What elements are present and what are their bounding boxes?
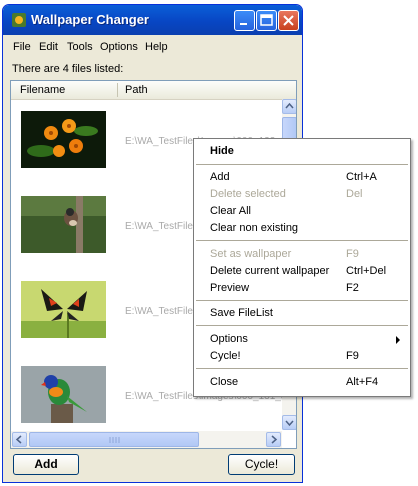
menu-delete-current-shortcut: Ctrl+Del (346, 265, 387, 277)
menu-file[interactable]: File (13, 41, 31, 53)
app-icon (12, 13, 26, 27)
submenu-arrow-icon (396, 336, 400, 344)
arrow-down-icon (285, 420, 294, 427)
column-path[interactable]: Path (125, 84, 148, 96)
close-icon (283, 15, 294, 26)
maximize-button[interactable] (256, 10, 277, 31)
arrow-right-icon (271, 435, 278, 444)
menu-add-shortcut: Ctrl+A (346, 171, 377, 183)
menu-separator (196, 300, 408, 301)
menu-close[interactable]: Close Alt+F4 (194, 374, 410, 391)
minimize-icon (240, 23, 247, 25)
menu-edit[interactable]: Edit (39, 41, 58, 53)
menu-tools[interactable]: Tools (67, 41, 93, 53)
horizontal-scrollbar[interactable] (11, 431, 282, 448)
menu-options-label: Options (210, 333, 248, 345)
menu-preview-shortcut: F2 (346, 282, 359, 294)
menu-hide[interactable]: Hide (194, 143, 410, 160)
menu-clear-all[interactable]: Clear All (194, 203, 410, 220)
maximize-icon (260, 14, 273, 26)
arrow-left-icon (15, 435, 22, 444)
menu-options[interactable]: Options (100, 41, 138, 53)
minimize-button[interactable] (234, 10, 255, 31)
menu-delete-selected-label: Delete selected (210, 188, 286, 200)
menu-delete-current-label: Delete current wallpaper (210, 265, 330, 277)
thumbnail-bird-on-branch (21, 196, 106, 253)
window-title: Wallpaper Changer (31, 12, 149, 27)
menu-delete-selected-shortcut: Del (346, 188, 363, 200)
menu-separator (196, 325, 408, 326)
menu-preview[interactable]: Preview F2 (194, 280, 410, 297)
horizontal-scroll-thumb[interactable] (29, 432, 199, 447)
menu-set-as-wallpaper-label: Set as wallpaper (210, 248, 292, 260)
menu-clear-non-existing-label: Clear non existing (210, 222, 299, 234)
grip-icon (109, 437, 120, 443)
title-bar[interactable]: Wallpaper Changer (3, 5, 302, 35)
scroll-right-button[interactable] (266, 432, 281, 447)
menu-save-filelist-label: Save FileList (210, 307, 273, 319)
menu-separator (196, 164, 408, 165)
column-filename[interactable]: Filename (20, 84, 65, 96)
menu-set-as-wallpaper: Set as wallpaper F9 (194, 246, 410, 263)
menu-separator (196, 368, 408, 369)
scroll-left-button[interactable] (12, 432, 27, 447)
menu-preview-label: Preview (210, 282, 250, 294)
list-header: Filename Path (11, 81, 296, 100)
scroll-up-button[interactable] (282, 99, 296, 114)
menu-delete-current-wallpaper[interactable]: Delete current wallpaper Ctrl+Del (194, 263, 410, 280)
menu-separator (196, 240, 408, 241)
arrow-up-icon (285, 102, 294, 109)
menu-cycle-label: Cycle! (210, 350, 241, 362)
menu-add-label: Add (210, 171, 230, 183)
menu-options-submenu[interactable]: Options (194, 331, 410, 348)
cycle-button[interactable]: Cycle! (228, 454, 295, 475)
menu-hide-label: Hide (210, 145, 234, 157)
menu-clear-all-label: Clear All (210, 205, 251, 217)
menu-save-filelist[interactable]: Save FileList (194, 305, 410, 322)
status-text: There are 4 files listed: (12, 63, 124, 75)
menu-delete-selected: Delete selected Del (194, 186, 410, 203)
menu-close-shortcut: Alt+F4 (346, 376, 379, 388)
thumbnail-orange-flowers (21, 111, 106, 168)
context-menu: Hide Add Ctrl+A Delete selected Del Clear … (193, 138, 411, 397)
menu-cycle-shortcut: F9 (346, 350, 359, 362)
menu-cycle[interactable]: Cycle! F9 (194, 348, 410, 365)
thumbnail-butterfly (21, 281, 106, 338)
menu-close-label: Close (210, 376, 239, 388)
add-button[interactable]: Add (13, 454, 79, 475)
column-divider[interactable] (117, 83, 118, 97)
scroll-down-button[interactable] (282, 415, 296, 430)
menu-bar: File Edit Tools Options Help (3, 37, 302, 57)
menu-help[interactable]: Help (145, 41, 168, 53)
thumbnail-parrot (21, 366, 106, 423)
menu-clear-non-existing[interactable]: Clear non existing (194, 220, 410, 237)
close-button[interactable] (278, 10, 299, 31)
menu-add[interactable]: Add Ctrl+A (194, 169, 410, 186)
menu-set-as-wallpaper-shortcut: F9 (346, 248, 359, 260)
